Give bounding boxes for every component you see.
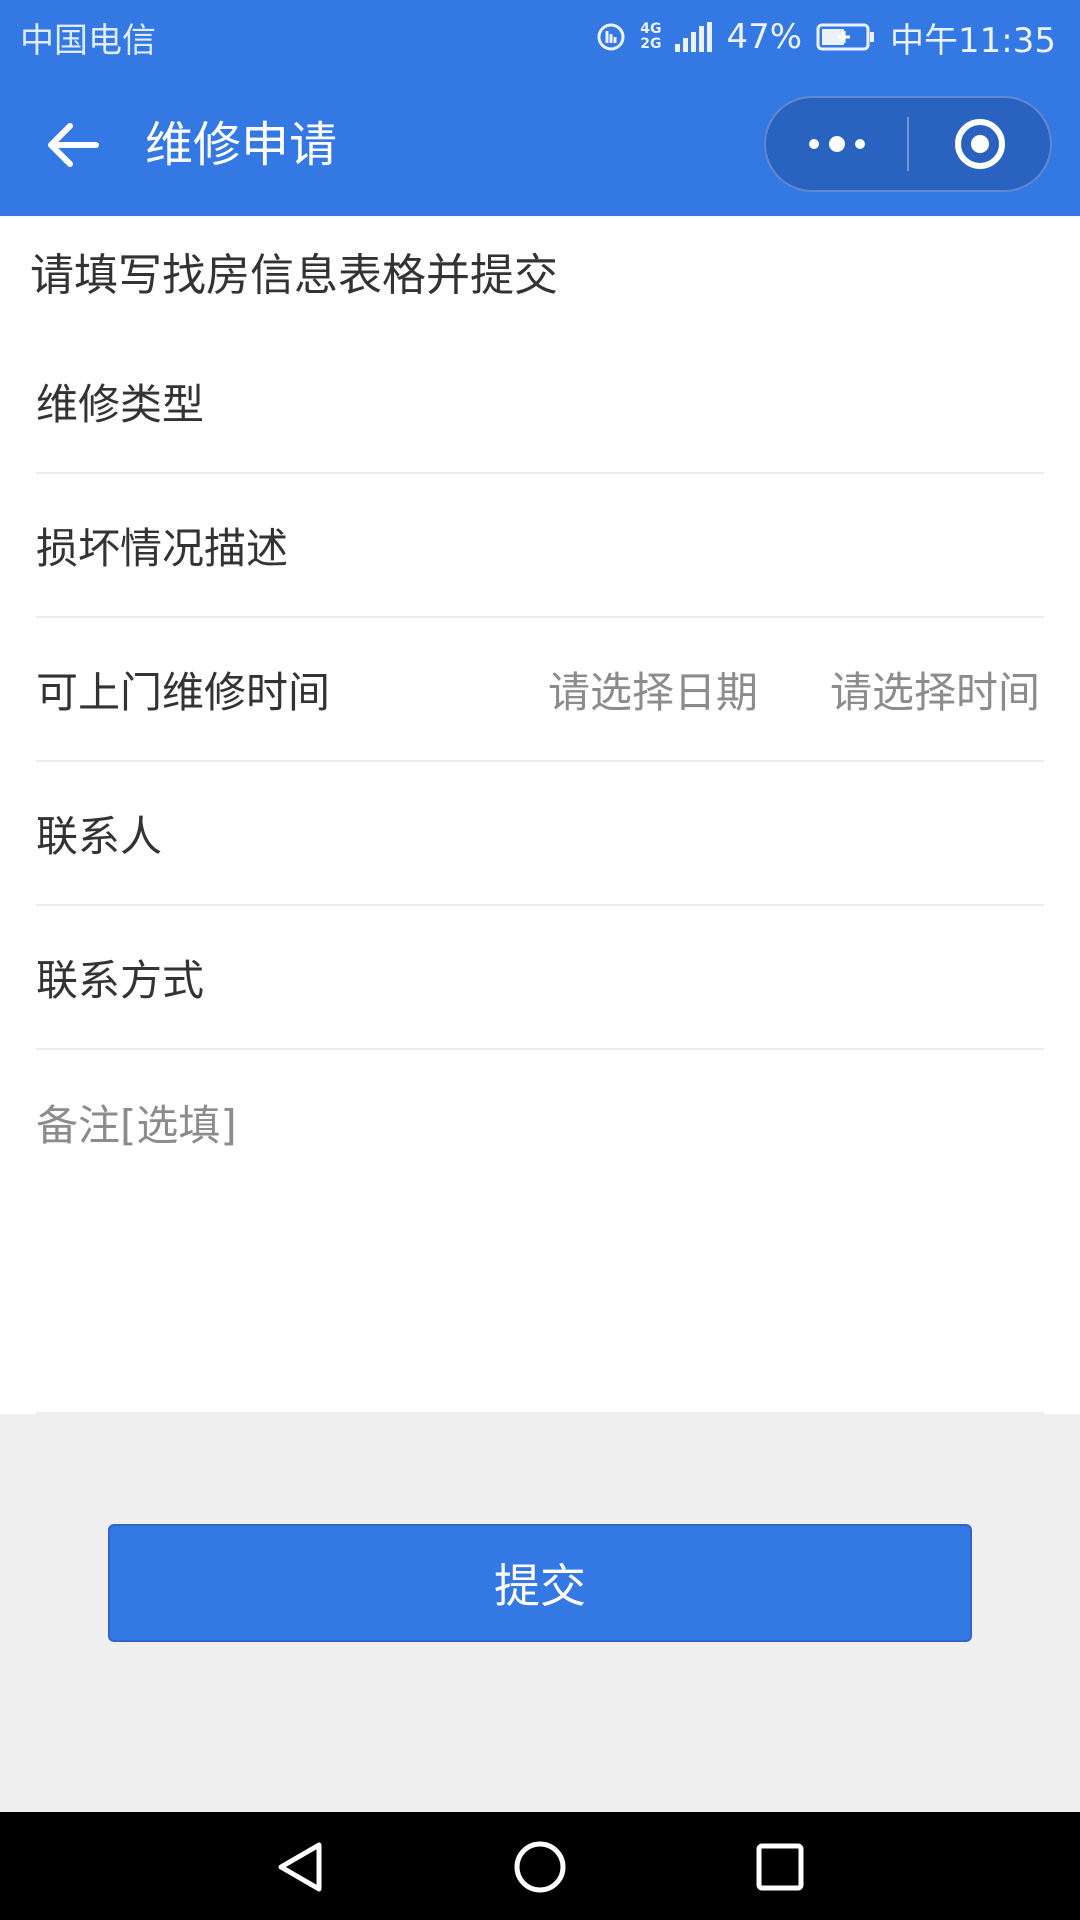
network-type-bottom: 2G [640, 36, 662, 52]
page-title: 维修申请 [145, 117, 338, 173]
system-nav-bar [0, 1812, 1080, 1920]
more-button[interactable] [766, 98, 907, 190]
contact-person-field[interactable]: 联系人 [36, 762, 1044, 906]
remark-textarea[interactable]: 备注[选填] [36, 1052, 1044, 1414]
battery-charging-icon [816, 23, 875, 51]
more-dots-icon [808, 136, 865, 152]
field-label: 联系人 [36, 811, 163, 861]
status-bar: 中国电信 4G 2G 47% 中午11:35 [0, 0, 1080, 74]
carrier-name: 中国电信 [20, 20, 156, 61]
repair-type-field[interactable]: 维修类型 [36, 330, 1044, 474]
contact-method-field[interactable]: 联系方式 [36, 906, 1044, 1050]
repair-form: 请填写找房信息表格并提交 维修类型 损坏情况描述 可上门维修时间 请选择日期 请… [0, 216, 1080, 1414]
system-recents-button[interactable] [745, 1832, 815, 1902]
field-label: 联系方式 [36, 955, 205, 1005]
form-heading: 请填写找房信息表格并提交 [30, 250, 558, 301]
field-label: 维修类型 [36, 379, 205, 429]
square-recents-icon [756, 1843, 804, 1891]
field-label: 损坏情况描述 [36, 523, 289, 573]
field-label: 可上门维修时间 [36, 667, 331, 717]
visit-time-field: 可上门维修时间 请选择日期 请选择时间 [36, 618, 1044, 762]
system-home-button[interactable] [505, 1832, 575, 1902]
triangle-back-icon [278, 1842, 322, 1892]
close-button[interactable] [909, 98, 1050, 190]
status-indicators: 4G 2G 47% 中午11:35 [596, 13, 1056, 62]
date-picker[interactable]: 请选择日期 [548, 659, 758, 720]
damage-description-field[interactable]: 损坏情况描述 [36, 474, 1044, 618]
network-type: 4G 2G [640, 22, 661, 52]
battery-percent: 47% [726, 17, 803, 57]
signal-icon [675, 22, 713, 52]
remark-placeholder: 备注[选填] [36, 1101, 237, 1150]
clock: 中午11:35 [890, 20, 1056, 61]
network-type-top: 4G [640, 21, 662, 37]
mini-program-capsule [764, 96, 1052, 192]
time-picker[interactable]: 请选择时间 [830, 659, 1040, 720]
data-saver-icon [597, 23, 625, 51]
circle-home-icon [514, 1841, 566, 1893]
back-button[interactable] [36, 112, 110, 178]
system-back-button[interactable] [265, 1832, 335, 1902]
arrow-left-icon [48, 123, 99, 167]
target-circle-icon [954, 119, 1005, 169]
nav-bar: 维修申请 [0, 74, 1080, 216]
submit-button[interactable]: 提交 [108, 1524, 972, 1642]
